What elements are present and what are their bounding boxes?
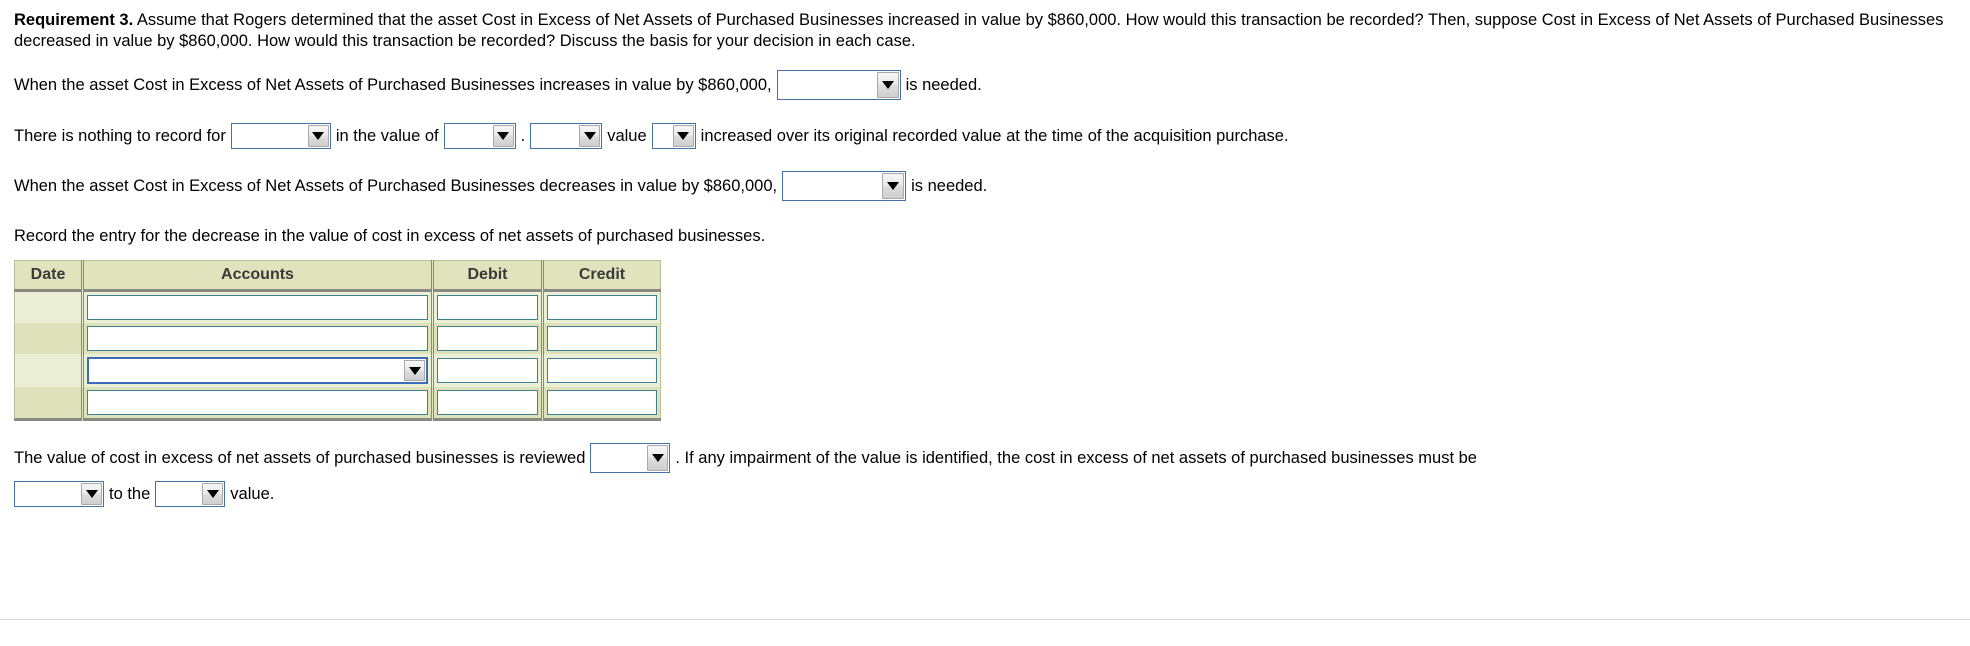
cell-date [14,354,84,387]
cell-credit [542,290,661,323]
chevron-down-icon [404,360,425,381]
column-header-credit: Credit [542,260,661,292]
footer-strip [0,620,1970,646]
debit-input-row-3[interactable] [437,358,538,383]
decrease-entry-dropdown[interactable] [782,171,907,201]
journal-table-body [14,290,661,421]
debit-input-row-4[interactable] [437,390,538,415]
journal-table-head: Date Accounts Debit Credit [14,260,661,292]
review-dropdown-3[interactable] [155,481,226,507]
record-instruction: Record the entry for the decrease in the… [14,226,1956,246]
debit-input-row-1[interactable] [437,295,538,320]
chevron-down-icon [579,125,601,147]
nothing-text-5: increased over its original recorded val… [700,127,1289,145]
nothing-dropdown-2[interactable] [443,123,516,149]
statement-review-line-2: to the value. [14,481,1956,507]
statement-decrease-text-after: is needed. [911,177,988,195]
statement-nothing-to-record: There is nothing to record for in the va… [14,123,1956,149]
chevron-down-icon [492,125,514,147]
cell-credit [542,354,661,387]
accounts-dropdown-row-3[interactable] [87,357,428,384]
nothing-dropdown-3[interactable] [530,123,603,149]
worksheet-page: Requirement 3. Assume that Rogers determ… [0,0,1970,646]
accounts-input-row-2[interactable] [87,326,428,351]
table-row [14,387,661,421]
journal-entry-table: Date Accounts Debit Credit [14,260,661,421]
cell-credit [542,323,661,354]
journal-entry-table-wrapper: Date Accounts Debit Credit [14,260,1956,421]
nothing-dropdown-1[interactable] [230,123,331,149]
increase-entry-dropdown[interactable] [776,70,901,100]
journal-header-row: Date Accounts Debit Credit [14,260,661,292]
review-text-2: . If any impairment of the value is iden… [675,449,1477,467]
nothing-text-1: There is nothing to record for [14,127,226,145]
requirement-label: Requirement 3. [14,11,134,29]
column-header-date: Date [14,260,84,292]
column-header-accounts: Accounts [82,260,434,292]
credit-input-row-3[interactable] [547,358,657,383]
nothing-text-3: . [520,127,526,145]
chevron-down-icon [672,125,694,147]
cell-accounts [82,354,434,387]
statement-review-line-1: The value of cost in excess of net asset… [14,443,1956,473]
statement-increase-text-after: is needed. [905,76,982,94]
statement-increase-text-before: When the asset Cost in Excess of Net Ass… [14,76,772,94]
table-row [14,323,661,354]
cell-credit [542,387,661,421]
credit-input-row-4[interactable] [547,390,657,415]
chevron-down-icon [876,72,899,98]
requirement-body: Assume that Rogers determined that the a… [14,11,1944,50]
nothing-text-2: in the value of [335,127,439,145]
chevron-down-icon [202,483,224,505]
cell-debit [432,387,544,421]
credit-input-row-1[interactable] [547,295,657,320]
table-row [14,290,661,323]
requirement-paragraph: Requirement 3. Assume that Rogers determ… [14,10,1954,52]
cell-date [14,290,84,323]
cell-debit [432,354,544,387]
statement-increase: When the asset Cost in Excess of Net Ass… [14,70,1956,100]
chevron-down-icon [647,445,669,471]
chevron-down-icon [882,173,905,199]
review-text-3: to the [109,485,151,503]
cell-debit [432,323,544,354]
review-dropdown-1[interactable] [590,443,671,473]
review-text-1: The value of cost in excess of net asset… [14,449,586,467]
nothing-text-4: value [607,127,647,145]
record-instruction-text: Record the entry for the decrease in the… [14,227,766,245]
chevron-down-icon [81,483,102,505]
cell-date [14,387,84,421]
accounts-input-row-1[interactable] [87,295,428,320]
accounts-input-row-4[interactable] [87,390,428,415]
column-header-debit: Debit [432,260,544,292]
statement-decrease-text-before: When the asset Cost in Excess of Net Ass… [14,177,778,195]
table-row [14,354,661,387]
nothing-dropdown-4[interactable] [651,123,696,149]
cell-accounts [82,323,434,354]
cell-debit [432,290,544,323]
statement-decrease: When the asset Cost in Excess of Net Ass… [14,171,1956,201]
cell-date [14,323,84,354]
credit-input-row-2[interactable] [547,326,657,351]
review-text-4: value. [230,485,275,503]
cell-accounts [82,387,434,421]
chevron-down-icon [307,125,329,147]
debit-input-row-2[interactable] [437,326,538,351]
cell-accounts [82,290,434,323]
review-dropdown-2[interactable] [14,481,104,507]
